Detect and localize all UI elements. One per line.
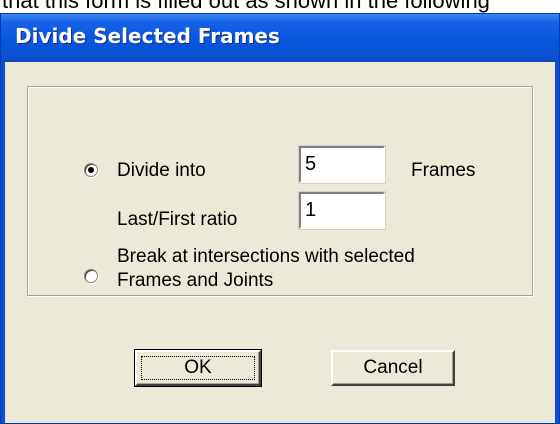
break-at-intersections-label-line1[interactable]: Break at intersections with selected (117, 246, 415, 268)
ok-button-focus-ring (141, 356, 255, 380)
dialog-body: Divide into Frames Last/First ratio Brea… (5, 62, 555, 423)
divide-count-field[interactable] (298, 145, 386, 184)
break-at-intersections-radio[interactable] (84, 269, 98, 283)
last-first-ratio-label: Last/First ratio (117, 209, 238, 230)
document-caption-text: that this form is filled out as shown in… (2, 0, 490, 13)
dialog-window: Divide Selected Frames Divide into Frame… (0, 13, 560, 424)
cancel-button-label: Cancel (363, 357, 423, 378)
ok-button[interactable]: OK (134, 349, 262, 387)
last-first-ratio-field[interactable] (298, 191, 386, 230)
title-bar[interactable]: Divide Selected Frames (1, 14, 559, 62)
dialog-title: Divide Selected Frames (15, 24, 280, 48)
divide-into-radio[interactable] (84, 163, 98, 177)
frames-unit-label: Frames (411, 160, 476, 181)
divide-into-label[interactable]: Divide into (117, 160, 206, 182)
cancel-button[interactable]: Cancel (331, 350, 455, 386)
break-at-intersections-label-line2[interactable]: Frames and Joints (117, 270, 273, 292)
radio-selected-dot (88, 167, 94, 173)
